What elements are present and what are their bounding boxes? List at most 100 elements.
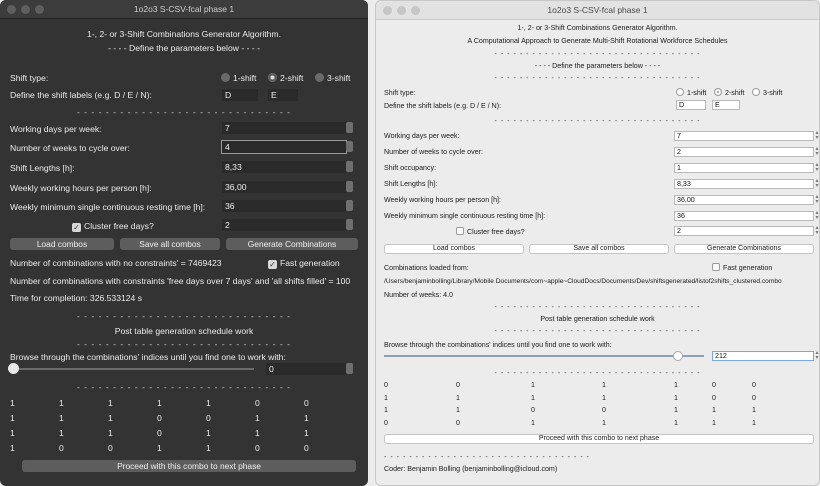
weeks-cycle-label: Number of weeks to cycle over: — [384, 148, 483, 156]
shift-label-input-2[interactable]: E — [268, 89, 298, 101]
no-constraints-count: Number of combinations with no constrain… — [10, 258, 222, 268]
radio-3-shift[interactable]: 3-shift — [315, 73, 350, 83]
save-all-combos-button[interactable]: Save all combos — [529, 244, 669, 254]
separator: - - - - - - - - - - - - - - - - - - - - … — [76, 339, 292, 349]
minimize-icon[interactable] — [397, 6, 406, 15]
resting-time-stepper[interactable] — [346, 200, 353, 211]
completion-time: Time for completion: 326.533124 s — [10, 293, 143, 303]
close-icon[interactable] — [7, 5, 16, 14]
fast-generation-checkbox[interactable]: ✓ Fast generation — [268, 258, 340, 269]
generate-combinations-button[interactable]: Generate Combinations — [226, 238, 358, 250]
table-cell: 1 — [59, 398, 64, 408]
working-days-input[interactable]: 7 — [222, 122, 346, 134]
table-cell: 0 — [752, 393, 756, 402]
weekly-hours-stepper[interactable]: ▴ ▾ — [814, 194, 819, 205]
cluster-value-input[interactable]: 2 — [674, 226, 814, 236]
table-cell: 1 — [456, 406, 460, 414]
shift-label-input-2[interactable]: E — [712, 100, 740, 110]
weekly-hours-stepper[interactable] — [346, 181, 353, 192]
shift-occupancy-stepper[interactable]: ▴ ▾ — [814, 162, 819, 173]
radio-2-shift[interactable]: 2-shift — [268, 73, 303, 83]
resting-time-input[interactable]: 36 — [222, 200, 346, 212]
checkbox-icon — [712, 263, 720, 271]
weekly-hours-input[interactable]: 36,00 — [674, 195, 814, 205]
radio-2-shift[interactable]: 2-shift — [714, 88, 744, 97]
shift-lengths-stepper[interactable]: ▴ ▾ — [814, 178, 819, 189]
table-cell: 1 — [255, 413, 260, 423]
maximize-icon[interactable] — [35, 5, 44, 14]
table-cell: 1 — [10, 428, 15, 438]
combination-slider-track[interactable] — [14, 368, 254, 370]
table-cell: 1 — [531, 418, 535, 427]
working-days-stepper[interactable]: ▴ ▾ — [814, 130, 819, 141]
weeks-cycle-label: Number of weeks to cycle over: — [10, 143, 130, 153]
proceed-next-phase-button[interactable]: Proceed with this combo to next phase — [22, 460, 356, 472]
shift-label-input-1[interactable]: D — [676, 100, 706, 110]
cluster-free-days-checkbox[interactable]: ✓ Cluster free days? — [72, 221, 154, 232]
table-cell: 0 — [255, 398, 260, 408]
separator: - - - - - - - - - - - - - - - - - - - - … — [494, 303, 701, 311]
table-cell: 1 — [255, 428, 260, 438]
shift-lengths-input[interactable]: 8,33 — [222, 161, 346, 173]
table-cell: 1 — [456, 393, 460, 402]
table-cell: 1 — [206, 428, 211, 438]
cluster-value-input[interactable]: 2 — [222, 219, 346, 231]
weekly-hours-input[interactable]: 36,00 — [222, 181, 346, 193]
weeks-cycle-stepper[interactable] — [346, 141, 353, 152]
radio-3-shift[interactable]: 3-shift — [752, 88, 782, 97]
combination-slider-track[interactable] — [384, 355, 704, 357]
weeks-cycle-stepper[interactable]: ▴ ▾ — [814, 146, 819, 157]
shift-label-input-1[interactable]: D — [222, 89, 258, 101]
resting-time-stepper[interactable]: ▴ ▾ — [814, 210, 819, 221]
radio-selected-icon — [268, 73, 277, 82]
separator: - - - - - - - - - - - - - - - - - - - - … — [76, 382, 292, 392]
app-heading: 1-, 2- or 3-Shift Combinations Generator… — [517, 24, 678, 32]
separator: - - - - - - - - - - - - - - - - - - - - … — [494, 327, 701, 335]
proceed-next-phase-button[interactable]: Proceed with this combo to next phase — [384, 434, 814, 444]
minimize-icon[interactable] — [21, 5, 30, 14]
table-cell: 1 — [10, 413, 15, 423]
working-days-stepper[interactable] — [346, 122, 353, 133]
coder-credit: Coder: Benjamin Bolling (benjaminbolling… — [384, 465, 558, 473]
table-cell: 0 — [384, 381, 388, 389]
cluster-value-stepper[interactable]: ▴ ▾ — [814, 225, 819, 236]
weeks-cycle-input[interactable]: 2 — [674, 147, 814, 157]
weeks-cycle-input[interactable]: 4 — [221, 140, 347, 154]
shift-labels-label: Define the shift labels (e.g. D / E / N)… — [384, 102, 502, 110]
shift-occupancy-input[interactable]: 1 — [674, 163, 814, 173]
generate-combinations-button[interactable]: Generate Combinations — [674, 244, 814, 254]
combination-index-stepper[interactable] — [346, 363, 353, 374]
app-heading: 1-, 2- or 3-Shift Combinations Generator… — [87, 29, 281, 39]
working-days-input[interactable]: 7 — [674, 131, 814, 141]
shift-labels-label: Define the shift labels (e.g. D / E / N)… — [10, 90, 152, 100]
combination-slider-handle[interactable] — [8, 363, 19, 374]
light-app-window: 1o2o3 S-CSV-fcal phase 1 1-, 2- or 3-Shi… — [375, 0, 820, 486]
load-combos-button[interactable]: Load combos — [10, 238, 114, 250]
radio-selected-icon — [714, 88, 722, 96]
table-cell: 1 — [674, 406, 678, 414]
table-cell: 0 — [304, 443, 309, 453]
shift-lengths-label: Shift Lengths [h]: — [10, 163, 75, 173]
window-controls — [7, 5, 44, 14]
shift-lengths-input[interactable]: 8,33 — [674, 179, 814, 189]
load-combos-button[interactable]: Load combos — [384, 244, 524, 254]
save-all-combos-button[interactable]: Save all combos — [120, 238, 220, 250]
table-cell: 0 — [456, 381, 460, 389]
resting-time-input[interactable]: 36 — [674, 211, 814, 221]
radio-1-shift[interactable]: 1-shift — [676, 88, 706, 97]
table-cell: 1 — [602, 381, 606, 389]
combination-index-input[interactable]: 212 — [712, 351, 814, 361]
close-icon[interactable] — [383, 6, 392, 15]
fast-generation-checkbox[interactable]: Fast generation — [712, 263, 772, 272]
cluster-free-days-checkbox[interactable]: Cluster free days? — [456, 227, 525, 236]
combination-index-input[interactable]: 0 — [266, 363, 346, 375]
radio-1-shift[interactable]: 1-shift — [221, 73, 256, 83]
radio-icon — [676, 88, 684, 96]
combination-index-stepper[interactable]: ▴ ▾ — [814, 350, 819, 361]
cluster-value-stepper[interactable] — [346, 219, 353, 230]
combination-slider-handle[interactable] — [673, 351, 684, 361]
table-cell: 1 — [674, 381, 678, 389]
shift-type-label: Shift type: — [10, 73, 49, 83]
maximize-icon[interactable] — [411, 6, 420, 15]
shift-lengths-stepper[interactable] — [346, 161, 353, 172]
